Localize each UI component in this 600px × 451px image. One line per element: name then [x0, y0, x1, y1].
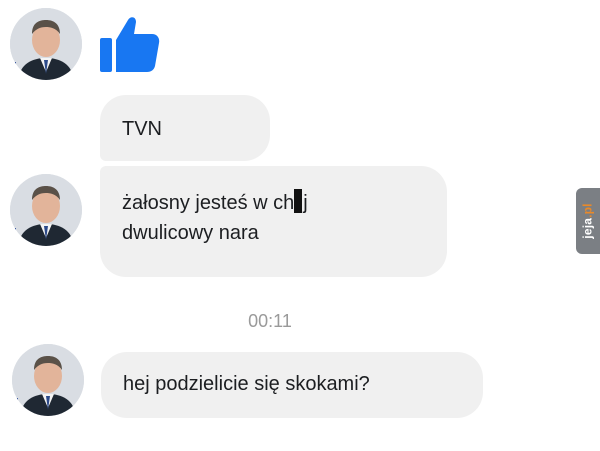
message-bubble[interactable]: żałosny jesteś w ch j dwulicowy nara [100, 166, 447, 277]
message-text: TVN [122, 118, 162, 140]
message-timestamp: 00:11 [248, 311, 292, 331]
watermark-site: jeja [581, 217, 595, 239]
person-portrait-icon [10, 8, 82, 80]
message-bubble[interactable]: hej podzielicie się skokami? [101, 352, 483, 418]
message-text-line-1: żałosny jesteś w ch j [122, 188, 447, 218]
message-bubble[interactable]: TVN [100, 95, 270, 161]
watermark-suffix: .pl [581, 203, 595, 218]
sender-avatar[interactable] [10, 174, 82, 246]
censor-bar [294, 189, 303, 213]
person-portrait-icon [12, 344, 84, 416]
site-watermark: jeja.pl [576, 188, 600, 254]
person-portrait-icon [10, 174, 82, 246]
sender-avatar[interactable] [12, 344, 84, 416]
watermark-text: jeja.pl [581, 203, 595, 238]
thumbs-up-icon[interactable] [94, 6, 164, 76]
sender-avatar[interactable] [10, 8, 82, 80]
message-text-line-2: dwulicowy nara [122, 222, 259, 244]
message-text: hej podzielicie się skokami? [123, 373, 370, 395]
message-text-before-censor: żałosny jesteś w ch [122, 192, 295, 214]
message-text-after-censor: j [303, 192, 308, 214]
